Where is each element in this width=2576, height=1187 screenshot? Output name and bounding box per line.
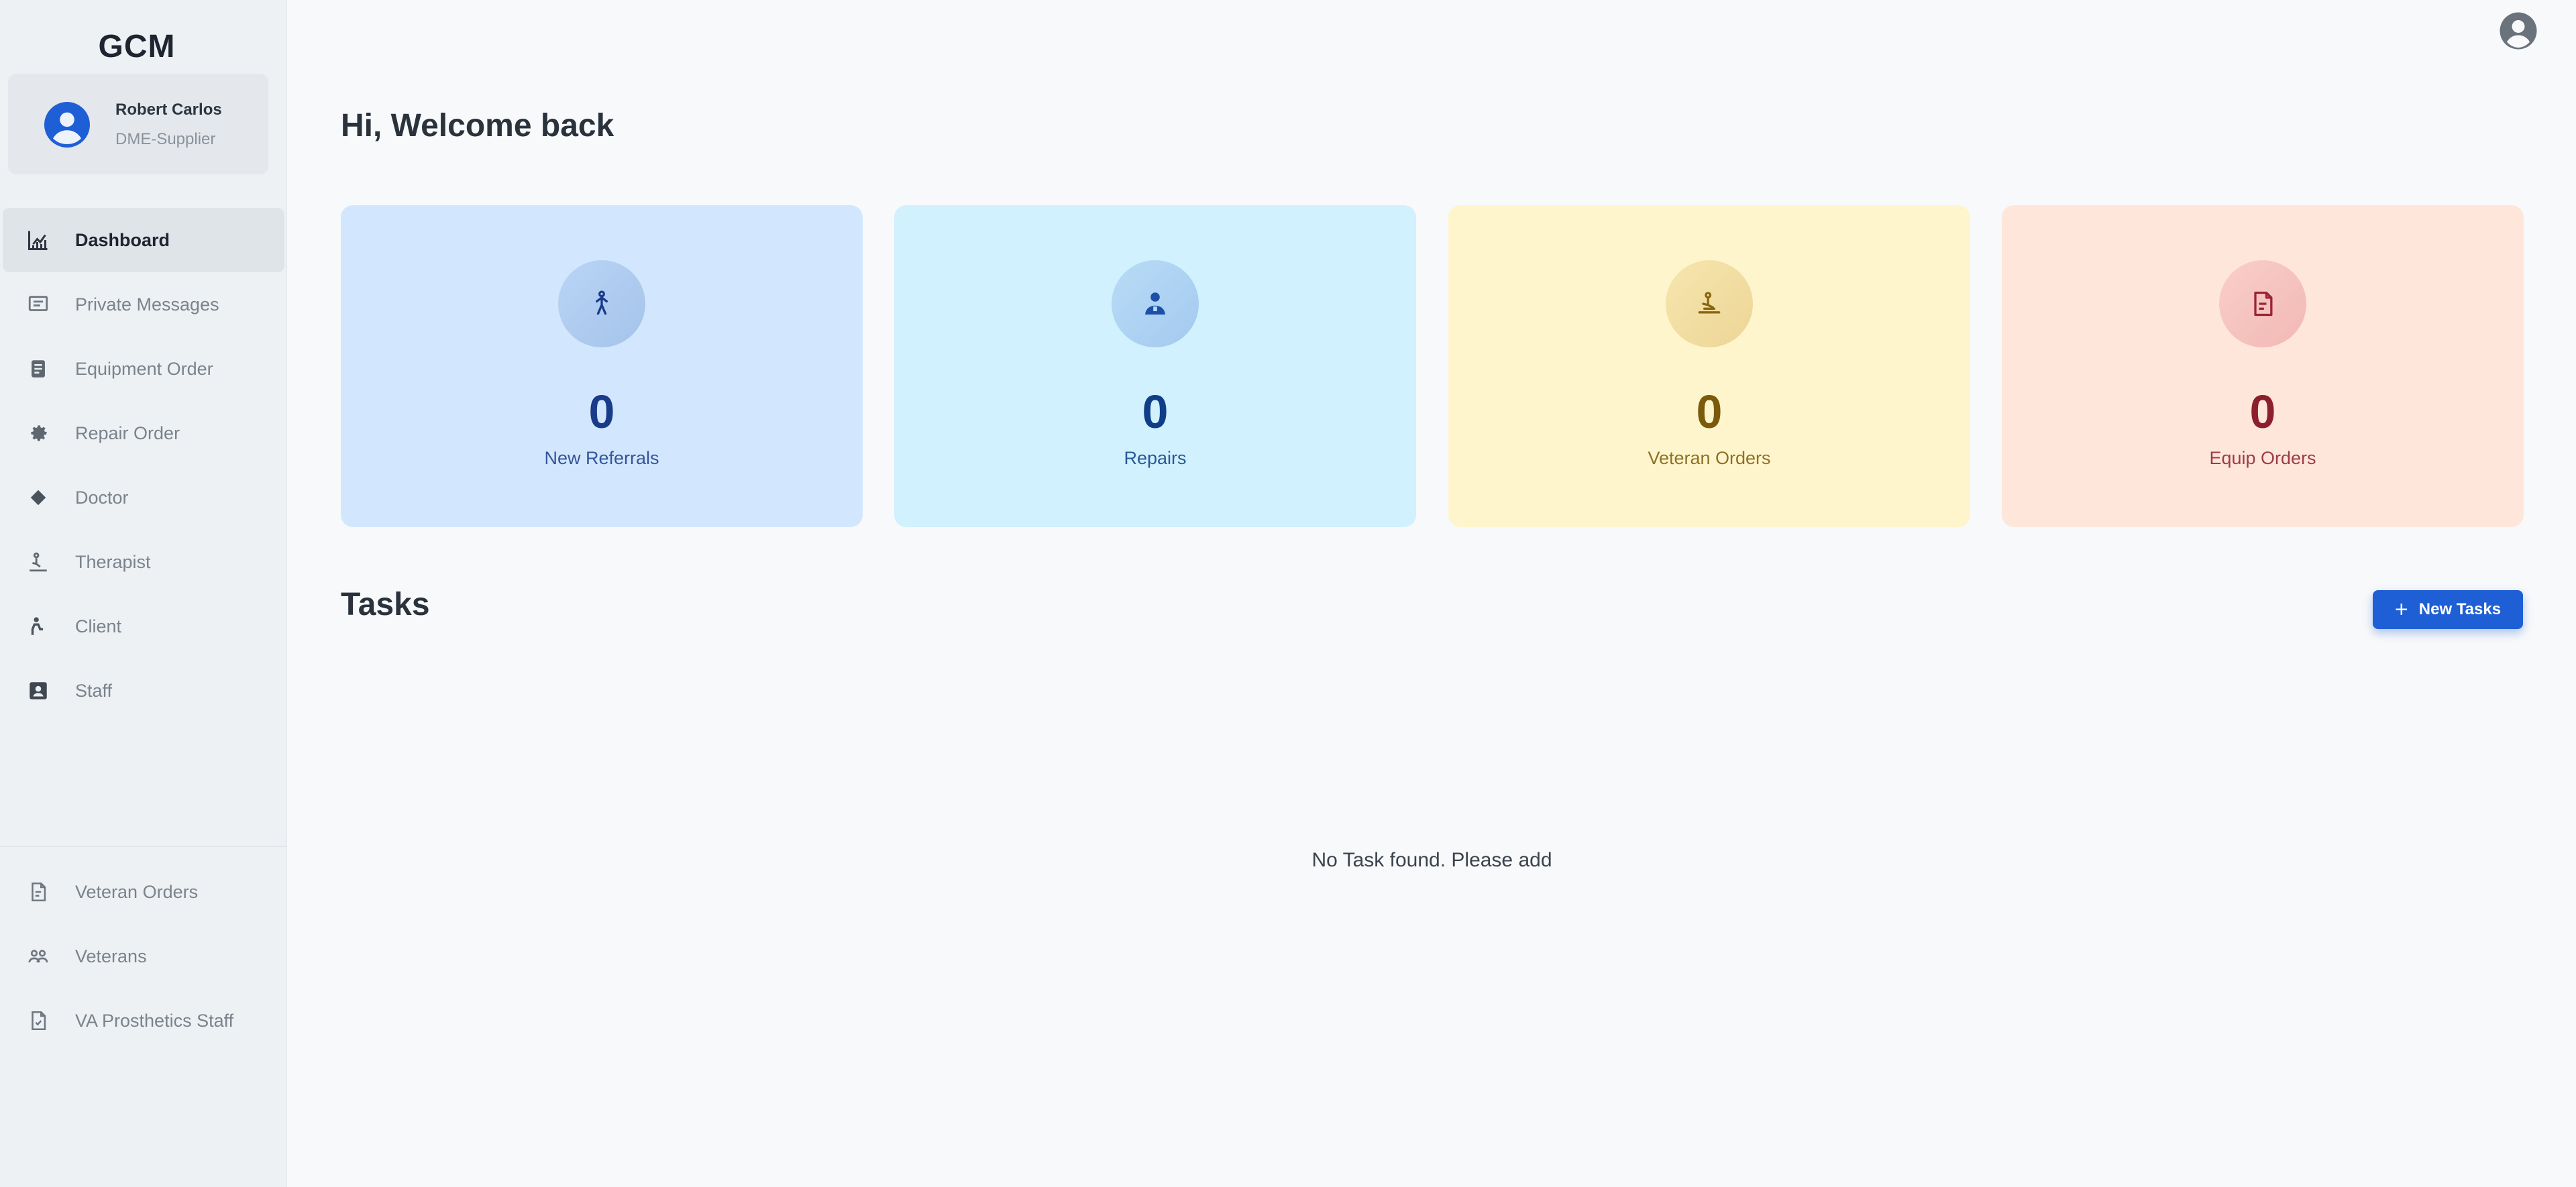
empty-tasks-message: No Task found. Please add <box>1311 849 1552 871</box>
sidebar-item-veteran-orders[interactable]: Veteran Orders <box>0 860 287 924</box>
file-check-icon <box>25 1008 51 1033</box>
avatar-icon <box>44 102 90 148</box>
stat-count: 0 <box>2249 386 2276 438</box>
plus-icon: + <box>2394 597 2408 622</box>
sidebar: GCM Robert Carlos DME-Supplier Dashboard <box>0 0 287 1187</box>
sidebar-item-label: Dashboard <box>75 229 170 250</box>
brand-logo: GCM <box>98 29 176 64</box>
therapist-icon <box>25 549 51 575</box>
sidebar-item-label: Equipment Order <box>75 358 213 379</box>
stat-card-equip-orders[interactable]: 0 Equip Orders <box>2002 205 2524 527</box>
stat-count: 0 <box>1696 386 1723 438</box>
stat-count: 0 <box>1142 386 1169 438</box>
sidebar-item-label: Private Messages <box>75 294 219 315</box>
sidebar-divider <box>0 846 287 847</box>
stat-label: Veteran Orders <box>1648 448 1771 468</box>
sidebar-item-doctor[interactable]: Doctor <box>0 465 287 530</box>
stat-count: 0 <box>588 386 615 438</box>
messages-icon <box>25 292 51 317</box>
stat-label: Repairs <box>1124 448 1187 468</box>
therapy-icon <box>1666 260 1753 347</box>
stat-label: Equip Orders <box>2209 448 2316 468</box>
diamond-icon <box>25 485 51 510</box>
sidebar-item-label: Therapist <box>75 551 151 572</box>
sidebar-item-label: Doctor <box>75 487 129 508</box>
walking-person-icon <box>558 260 645 347</box>
sidebar-item-label: VA Prosthetics Staff <box>75 1010 234 1031</box>
group-icon <box>25 944 51 969</box>
sidebar-item-private-messages[interactable]: Private Messages <box>0 272 287 337</box>
sidebar-item-veterans[interactable]: Veterans <box>0 924 287 988</box>
stat-card-new-referrals[interactable]: 0 New Referrals <box>341 205 863 527</box>
clipboard-icon <box>25 356 51 382</box>
user-menu-icon[interactable] <box>2498 11 2538 51</box>
profile-role: DME-Supplier <box>115 130 216 148</box>
profile-name: Robert Carlos <box>115 101 222 119</box>
sidebar-item-label: Veterans <box>75 946 147 966</box>
sidebar-nav-bottom: Veteran Orders Veterans VA Prosthetics S… <box>0 860 287 1053</box>
sidebar-item-va-prosthetics-staff[interactable]: VA Prosthetics Staff <box>0 988 287 1053</box>
tasks-heading: Tasks <box>341 587 430 622</box>
sidebar-item-label: Client <box>75 616 122 636</box>
sidebar-item-dashboard[interactable]: Dashboard <box>3 208 284 272</box>
order-document-icon <box>2219 260 2306 347</box>
sidebar-item-staff[interactable]: Staff <box>0 659 287 723</box>
welcome-heading: Hi, Welcome back <box>341 108 614 144</box>
sidebar-item-label: Repair Order <box>75 422 180 443</box>
gear-icon <box>25 420 51 446</box>
chart-icon <box>25 227 51 253</box>
sidebar-item-therapist[interactable]: Therapist <box>0 530 287 594</box>
sidebar-item-label: Staff <box>75 680 113 701</box>
client-icon <box>25 614 51 639</box>
stat-card-veteran-orders[interactable]: 0 Veteran Orders <box>1448 205 1970 527</box>
sidebar-item-equipment-order[interactable]: Equipment Order <box>0 337 287 401</box>
sidebar-item-label: Veteran Orders <box>75 881 199 902</box>
stat-card-repairs[interactable]: 0 Repairs <box>894 205 1416 527</box>
sidebar-item-client[interactable]: Client <box>0 594 287 659</box>
new-task-label: New Tasks <box>2418 600 2502 618</box>
document-icon <box>25 879 51 905</box>
new-task-button[interactable]: + New Tasks <box>2373 590 2523 629</box>
stat-label: New Referrals <box>544 448 659 468</box>
sidebar-item-repair-order[interactable]: Repair Order <box>0 401 287 465</box>
repair-person-icon <box>1112 260 1199 347</box>
sidebar-nav: Dashboard Private Messages Equipment Ord… <box>0 208 287 723</box>
badge-icon <box>25 678 51 703</box>
profile-card[interactable]: Robert Carlos DME-Supplier <box>8 74 268 174</box>
